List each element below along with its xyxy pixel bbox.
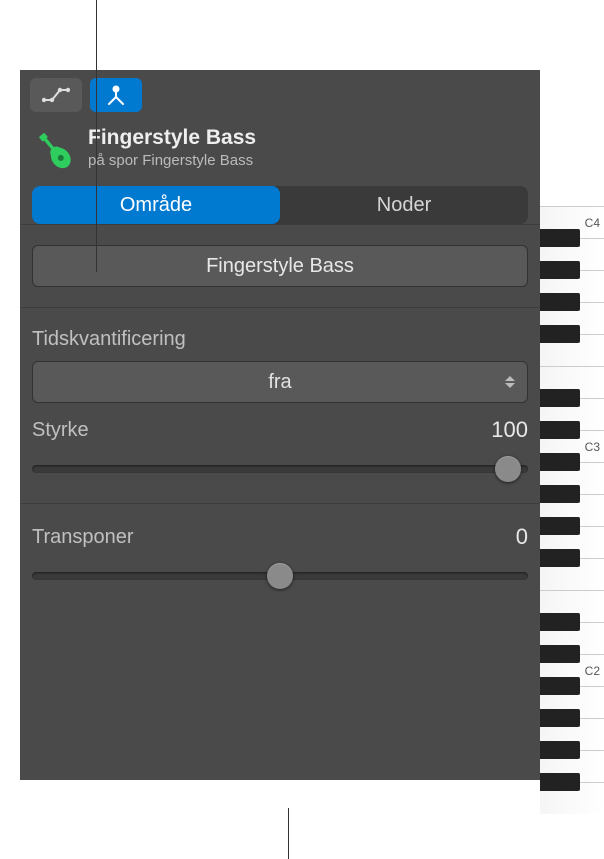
- tab-region[interactable]: Område: [32, 186, 280, 224]
- black-key[interactable]: [540, 453, 580, 471]
- quantize-value: fra: [268, 371, 291, 394]
- key-label: C3: [585, 440, 600, 454]
- piano-keyboard[interactable]: C4 C3 C2: [540, 206, 604, 859]
- transpose-value: 0: [516, 524, 528, 550]
- slider-thumb[interactable]: [495, 456, 521, 482]
- quantize-select[interactable]: fra: [32, 361, 528, 403]
- key-label: C4: [585, 216, 600, 230]
- tab-label: Område: [120, 194, 192, 217]
- transpose-section: Transponer 0: [20, 503, 540, 610]
- slider-thumb[interactable]: [267, 563, 293, 589]
- black-key[interactable]: [540, 741, 580, 759]
- black-key[interactable]: [540, 517, 580, 535]
- transpose-row: Transponer 0: [32, 524, 528, 550]
- track-subtitle: på spor Fingerstyle Bass: [88, 152, 256, 169]
- black-key[interactable]: [540, 325, 580, 343]
- black-key[interactable]: [540, 421, 580, 439]
- black-key[interactable]: [540, 613, 580, 631]
- tab-notes[interactable]: Noder: [280, 186, 528, 224]
- guitar-icon: [32, 128, 78, 174]
- black-key[interactable]: [540, 677, 580, 695]
- inspector-panel: Fingerstyle Bass på spor Fingerstyle Bas…: [20, 70, 540, 780]
- quantize-label: Tidskvantificering: [32, 328, 528, 351]
- callout-line-top: [96, 0, 97, 272]
- black-key[interactable]: [540, 229, 580, 247]
- key-label: C2: [585, 664, 600, 678]
- piano-roll-button[interactable]: [90, 78, 142, 112]
- track-header: Fingerstyle Bass på spor Fingerstyle Bas…: [20, 120, 540, 186]
- callout-line-bottom: [288, 808, 289, 859]
- black-key[interactable]: [540, 485, 580, 503]
- black-key[interactable]: [540, 549, 580, 567]
- automation-curve-button[interactable]: [30, 78, 82, 112]
- velocity-slider[interactable]: [32, 455, 528, 483]
- black-key[interactable]: [540, 261, 580, 279]
- region-name-text: Fingerstyle Bass: [206, 255, 354, 278]
- black-key[interactable]: [540, 293, 580, 311]
- velocity-label: Styrke: [32, 419, 89, 442]
- tab-bar: Område Noder: [32, 186, 528, 224]
- black-key[interactable]: [540, 709, 580, 727]
- view-mode-buttons: [20, 70, 540, 120]
- velocity-row: Styrke 100: [32, 417, 528, 443]
- black-key[interactable]: [540, 389, 580, 407]
- transpose-label: Transponer: [32, 526, 134, 549]
- transpose-slider[interactable]: [32, 562, 528, 590]
- region-name-section: Fingerstyle Bass: [20, 224, 540, 307]
- region-name-field[interactable]: Fingerstyle Bass: [32, 245, 528, 287]
- black-key[interactable]: [540, 645, 580, 663]
- chevron-updown-icon: [505, 376, 515, 388]
- velocity-value: 100: [491, 417, 528, 443]
- quantize-section: Tidskvantificering fra Styrke 100: [20, 307, 540, 503]
- tab-label: Noder: [377, 194, 431, 217]
- black-key[interactable]: [540, 773, 580, 791]
- track-title: Fingerstyle Bass: [88, 126, 256, 150]
